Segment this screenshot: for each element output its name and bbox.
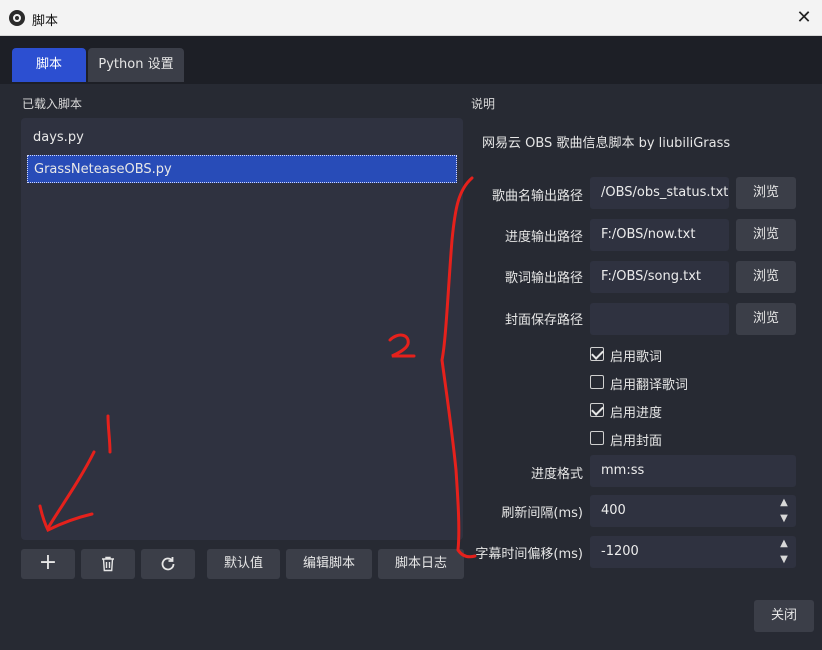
list-item-grassnetease[interactable]: GrassNeteaseOBS.py xyxy=(27,155,457,183)
chevron-down-icon[interactable]: ▼ xyxy=(772,552,796,568)
scripts-dialog: 脚本 Python 设置 已载入脚本 days.py GrassNeteaseO… xyxy=(0,36,822,650)
checkbox-box[interactable] xyxy=(590,347,604,361)
cover-path-browse-button[interactable]: 浏览 xyxy=(736,303,796,335)
progress-format-label: 进度格式 xyxy=(530,467,583,482)
refresh-interval-input[interactable]: 400 xyxy=(590,495,796,527)
checkbox-label: 启用翻译歌词 xyxy=(610,378,689,393)
script-list[interactable]: days.py GrassNeteaseOBS.py xyxy=(21,118,463,540)
song-path-input[interactable]: /OBS/obs_status.txt xyxy=(590,177,729,209)
cover-path-input[interactable] xyxy=(590,303,729,335)
lyric-path-browse-button[interactable]: 浏览 xyxy=(736,261,796,293)
checkbox-label: 启用歌词 xyxy=(610,350,663,365)
reload-script-button[interactable] xyxy=(141,549,195,579)
checkbox-box[interactable] xyxy=(590,375,604,389)
refresh-icon xyxy=(161,557,175,571)
progress-path-label: 进度输出路径 xyxy=(504,230,583,245)
add-script-button[interactable]: + xyxy=(21,549,75,579)
lyric-path-input[interactable]: F:/OBS/song.txt xyxy=(590,261,729,293)
progress-path-input[interactable]: F:/OBS/now.txt xyxy=(590,219,729,251)
lyric-path-label: 歌词输出路径 xyxy=(504,271,583,286)
song-path-label: 歌曲名输出路径 xyxy=(491,189,583,204)
obs-logo-icon xyxy=(9,10,25,26)
title-bar: 脚本 ✕ xyxy=(0,0,822,36)
progress-format-input[interactable]: mm:ss xyxy=(590,455,796,487)
chevron-up-icon[interactable]: ▲ xyxy=(772,536,796,552)
defaults-button[interactable]: 默认值 xyxy=(207,549,280,579)
checkbox-label: 启用封面 xyxy=(610,434,663,449)
trash-icon xyxy=(102,556,114,572)
description-label: 说明 xyxy=(471,97,496,111)
subtitle-offset-input[interactable]: -1200 xyxy=(590,536,796,568)
refresh-interval-stepper[interactable]: ▲ ▼ xyxy=(772,495,796,527)
loaded-scripts-label: 已载入脚本 xyxy=(22,97,83,111)
checkbox-box[interactable] xyxy=(590,403,604,417)
list-item-days[interactable]: days.py xyxy=(21,124,463,152)
progress-path-browse-button[interactable]: 浏览 xyxy=(736,219,796,251)
checkbox-label: 启用进度 xyxy=(610,406,663,421)
window-title: 脚本 xyxy=(32,14,59,29)
cover-path-label: 封面保存路径 xyxy=(504,313,583,328)
chevron-up-icon[interactable]: ▲ xyxy=(772,495,796,511)
edit-script-button[interactable]: 编辑脚本 xyxy=(286,549,372,579)
tab-python-settings[interactable]: Python 设置 xyxy=(88,48,184,82)
subtitle-offset-label: 字幕时间偏移(ms) xyxy=(475,547,583,562)
chevron-down-icon[interactable]: ▼ xyxy=(772,511,796,527)
song-path-browse-button[interactable]: 浏览 xyxy=(736,177,796,209)
description-text: 网易云 OBS 歌曲信息脚本 by liubiliGrass xyxy=(482,136,731,151)
close-button[interactable]: 关闭 xyxy=(754,600,814,632)
refresh-interval-label: 刷新间隔(ms) xyxy=(501,506,583,521)
remove-script-button[interactable] xyxy=(81,549,135,579)
checkbox-box[interactable] xyxy=(590,431,604,445)
subtitle-offset-stepper[interactable]: ▲ ▼ xyxy=(772,536,796,568)
tab-scripts[interactable]: 脚本 xyxy=(12,48,86,82)
tab-strip: 脚本 Python 设置 xyxy=(0,36,822,84)
window-close-button[interactable]: ✕ xyxy=(786,0,822,36)
